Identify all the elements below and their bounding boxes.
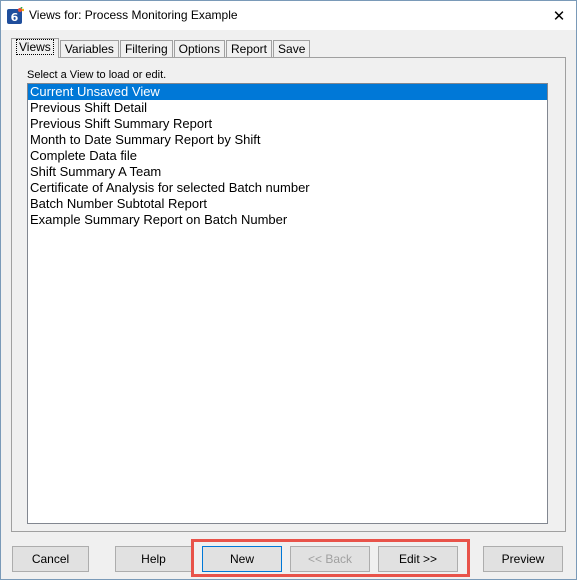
edit-button-label: Edit >> [398, 552, 438, 566]
list-item[interactable]: Complete Data file [28, 148, 547, 164]
list-item[interactable]: Shift Summary A Team [28, 164, 547, 180]
views-tab-panel: Select a View to load or edit. Current U… [11, 57, 566, 532]
tab-save-label: Save [278, 42, 306, 56]
tab-report-label: Report [230, 42, 268, 56]
close-button[interactable]: ✕ [542, 1, 576, 30]
app-icon: 6 [7, 7, 24, 24]
tab-options-label: Options [178, 42, 220, 56]
list-item[interactable]: Example Summary Report on Batch Number [28, 212, 547, 228]
tab-variables-label: Variables [64, 42, 114, 56]
tab-filtering[interactable]: Filtering [119, 40, 173, 58]
new-button[interactable]: New [202, 546, 282, 572]
tab-variables[interactable]: Variables [59, 40, 119, 58]
list-item[interactable]: Previous Shift Summary Report [28, 116, 547, 132]
tab-save[interactable]: Save [273, 40, 311, 58]
tab-report[interactable]: Report [225, 40, 273, 58]
views-dialog: 6 Views for: Process Monitoring Example … [0, 0, 577, 580]
tab-filtering-label: Filtering [124, 42, 168, 56]
tab-views-label: Views [16, 39, 54, 55]
cancel-button-label: Cancel [31, 552, 70, 566]
preview-button[interactable]: Preview [483, 546, 563, 572]
cancel-button[interactable]: Cancel [12, 546, 89, 572]
tab-options[interactable]: Options [173, 40, 225, 58]
list-item[interactable]: Batch Number Subtotal Report [28, 196, 547, 212]
edit-button[interactable]: Edit >> [378, 546, 458, 572]
preview-button-label: Preview [501, 552, 545, 566]
window-title: Views for: Process Monitoring Example [29, 8, 238, 22]
help-button[interactable]: Help [115, 546, 192, 572]
list-item[interactable]: Certificate of Analysis for selected Bat… [28, 180, 547, 196]
list-item[interactable]: Current Unsaved View [28, 84, 547, 100]
back-button-label: << Back [307, 552, 353, 566]
tab-views[interactable]: Views [11, 38, 59, 58]
views-listbox[interactable]: Current Unsaved View Previous Shift Deta… [27, 83, 548, 524]
list-item[interactable]: Month to Date Summary Report by Shift [28, 132, 547, 148]
new-button-label: New [229, 552, 254, 566]
list-item[interactable]: Previous Shift Detail [28, 100, 547, 116]
back-button[interactable]: << Back [290, 546, 370, 572]
title-bar: 6 Views for: Process Monitoring Example … [1, 1, 576, 30]
views-prompt: Select a View to load or edit. [27, 69, 167, 81]
close-icon: ✕ [552, 7, 566, 25]
tab-strip: Views Variables Filtering Options Report… [11, 37, 311, 58]
svg-text:6: 6 [11, 11, 19, 24]
help-button-label: Help [141, 552, 166, 566]
